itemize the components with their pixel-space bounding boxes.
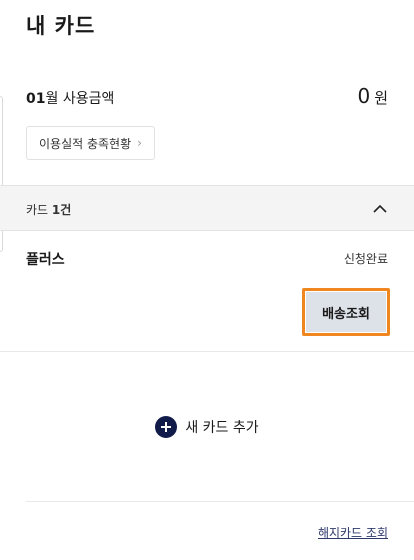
add-card-label: 새 카드 추가 xyxy=(185,420,259,436)
monthly-usage-row: 01월 사용금액 0원 xyxy=(26,84,388,110)
usage-amount-unit: 원 xyxy=(374,89,388,107)
card-list-header[interactable]: 카드 1건 xyxy=(0,185,414,231)
footer-divider xyxy=(26,501,414,502)
add-card-button[interactable]: 새 카드 추가 xyxy=(0,412,414,442)
usage-month-number: 01 xyxy=(26,91,46,107)
terminated-cards-link[interactable]: 해지카드 조회 xyxy=(318,524,388,541)
usage-amount-value: 0 xyxy=(357,84,371,108)
performance-status-button[interactable]: 이용실적 충족현황 › xyxy=(26,126,155,160)
page-title: 내 카드 xyxy=(26,14,96,38)
card-count-label: 카드 1건 xyxy=(26,201,71,218)
card-count-prefix: 카드 xyxy=(26,203,52,217)
chevron-up-icon[interactable] xyxy=(368,196,392,220)
chevron-right-icon: › xyxy=(137,136,142,150)
usage-month-suffix: 월 사용금액 xyxy=(45,91,115,107)
card-status: 신청완료 xyxy=(343,252,388,266)
delivery-track-button[interactable]: 배송조회 xyxy=(306,292,386,332)
usage-amount: 0원 xyxy=(357,84,388,108)
performance-status-label: 이용실적 충족현황 xyxy=(39,136,132,151)
card-count-value: 1건 xyxy=(51,203,72,217)
plus-circle-icon xyxy=(155,416,178,438)
section-divider xyxy=(0,351,414,352)
usage-month-label: 01월 사용금액 xyxy=(26,88,114,108)
card-name: 플러스 xyxy=(26,252,65,268)
